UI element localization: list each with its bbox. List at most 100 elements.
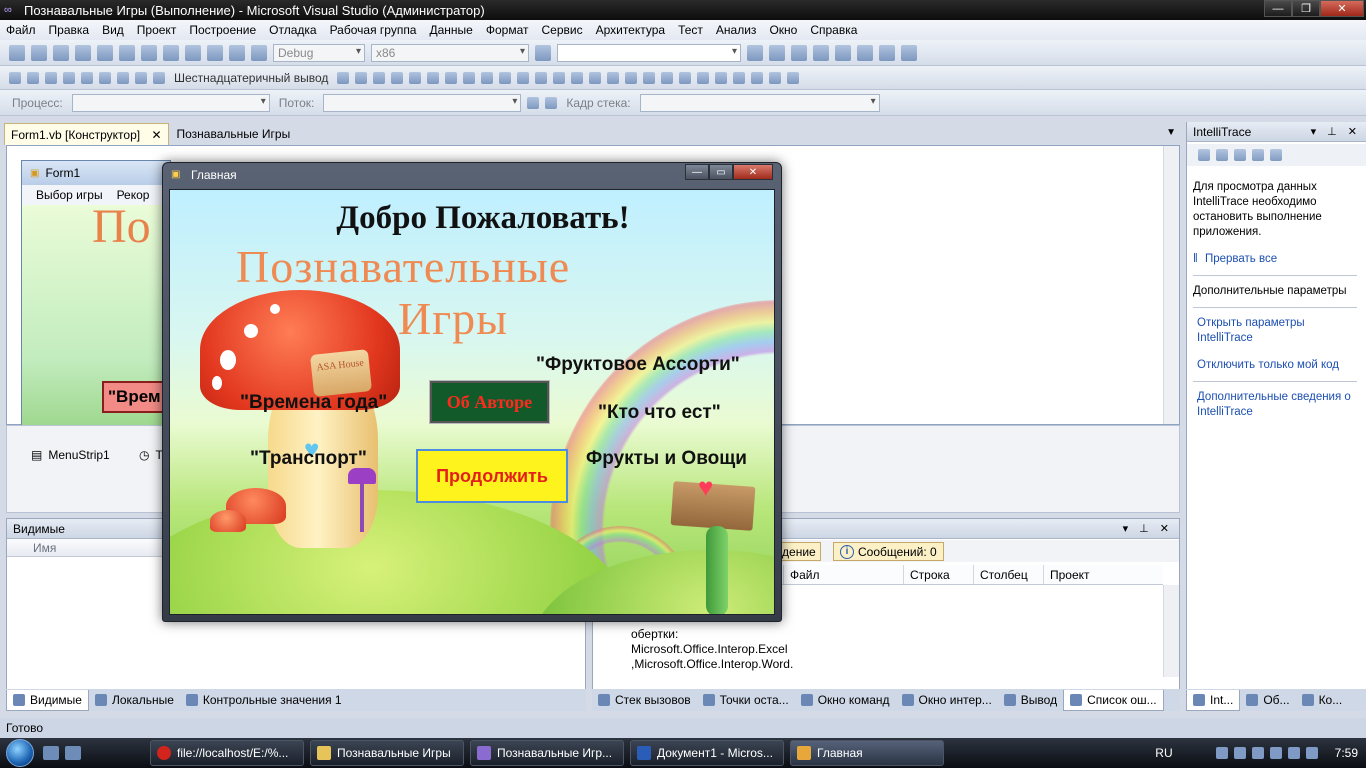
tab-order-icon[interactable]: [769, 71, 782, 84]
configuration-combo[interactable]: Debug: [273, 43, 365, 62]
toolbox-icon[interactable]: [813, 44, 829, 61]
intellitrace-settings-icon[interactable]: [1252, 149, 1264, 161]
tab-form1-designer[interactable]: Form1.vb [Конструктор] ✕: [4, 123, 169, 145]
thread-combo[interactable]: [323, 93, 522, 112]
continue-button[interactable]: Продолжить: [416, 449, 568, 503]
stackframe-combo[interactable]: [639, 93, 880, 112]
navigate-icon[interactable]: [229, 44, 245, 61]
find-in-files-icon[interactable]: [535, 44, 551, 61]
game-who-eats-what[interactable]: "Кто что ест": [598, 402, 721, 424]
h-spacing-remove-icon[interactable]: [607, 71, 620, 84]
center-vertically-icon[interactable]: [715, 71, 728, 84]
column-line[interactable]: Строка: [903, 565, 973, 584]
hex-output-toggle[interactable]: Шестнадцатеричный вывод: [174, 71, 328, 85]
taskbar-word[interactable]: Документ1 - Micros...: [630, 740, 784, 766]
menustrip1-component[interactable]: ▤ MenuStrip1: [31, 448, 110, 462]
taskbar-folder[interactable]: Познавальные Игры: [310, 740, 464, 766]
properties-icon[interactable]: [769, 44, 785, 61]
align-center-icon[interactable]: [391, 71, 404, 84]
tab-command-window[interactable]: Окно команд: [795, 690, 896, 710]
v-spacing-remove-icon[interactable]: [679, 71, 692, 84]
align-left-icon[interactable]: [373, 71, 386, 84]
intellitrace-open-icon[interactable]: [1234, 149, 1246, 161]
close-button[interactable]: ✕: [1320, 0, 1364, 17]
open-params-link[interactable]: Открыть параметры IntelliTrace: [1197, 316, 1357, 346]
flag-thread-icon[interactable]: [527, 96, 540, 109]
tab-watch1[interactable]: Контрольные значения 1: [180, 690, 348, 710]
redo-icon[interactable]: [207, 44, 223, 61]
h-spacing-equal-icon[interactable]: [553, 71, 566, 84]
align-bottom-icon[interactable]: [463, 71, 476, 84]
game-fruits-vegetables[interactable]: Фрукты и Овощи: [586, 448, 747, 470]
network-icon[interactable]: [1215, 747, 1228, 759]
send-to-back-icon[interactable]: [751, 71, 764, 84]
column-project[interactable]: Проект: [1043, 565, 1153, 584]
platform-combo[interactable]: x86: [371, 43, 529, 62]
game-seasons[interactable]: "Времена года": [240, 392, 387, 414]
menu-build[interactable]: Построение: [189, 23, 256, 37]
restore-button[interactable]: ❐: [1292, 0, 1320, 17]
process-combo[interactable]: [71, 93, 270, 112]
tab-solution-explorer[interactable]: Об...: [1240, 690, 1295, 710]
solution-explorer-icon[interactable]: [747, 44, 763, 61]
timer-component[interactable]: ◷ T: [139, 448, 163, 462]
command-window-icon[interactable]: [901, 44, 917, 61]
tab-immediate[interactable]: Окно интер...: [896, 690, 998, 710]
column-file[interactable]: Файл: [783, 565, 903, 584]
breakpoints-icon[interactable]: [355, 71, 368, 84]
menu-data[interactable]: Данные: [429, 23, 472, 37]
find-combo[interactable]: [557, 43, 741, 62]
minimize-button[interactable]: —: [1264, 0, 1292, 17]
power-icon[interactable]: [1305, 747, 1318, 759]
about-author-button[interactable]: Об Авторе: [429, 380, 550, 424]
break-all-icon[interactable]: [27, 71, 39, 84]
start-icon[interactable]: [251, 44, 267, 61]
continue-icon[interactable]: [9, 71, 21, 84]
menu-edit[interactable]: Правка: [49, 23, 90, 37]
step-into-icon[interactable]: [99, 71, 111, 84]
tab-locals[interactable]: Локальные: [89, 690, 180, 710]
show-next-statement-icon[interactable]: [81, 71, 93, 84]
center-horizontally-icon[interactable]: [697, 71, 710, 84]
v-spacing-decrease-icon[interactable]: [661, 71, 674, 84]
form-maximize-button[interactable]: ▭: [709, 164, 733, 180]
chevron-down-icon[interactable]: ▼: [1166, 127, 1176, 138]
menu-tools[interactable]: Сервис: [541, 23, 582, 37]
h-spacing-decrease-icon[interactable]: [589, 71, 602, 84]
disable-just-my-code-link[interactable]: Отключить только мой код: [1197, 358, 1357, 373]
menu-analyze[interactable]: Анализ: [716, 23, 757, 37]
main-form-window[interactable]: ▣ Главная — ▭ ✕ ASA House ♥ ♥ Добро Пожа…: [162, 162, 782, 622]
same-width-icon[interactable]: [481, 71, 494, 84]
tab-output[interactable]: Вывод: [998, 690, 1063, 710]
tools-icon[interactable]: [835, 44, 851, 61]
sync-icon[interactable]: [1233, 747, 1246, 759]
show-desktop-icon[interactable]: [43, 746, 59, 760]
step-over-icon[interactable]: [117, 71, 129, 84]
taskbar-visual-studio[interactable]: Познавальные Игр...: [470, 740, 624, 766]
step-out-icon[interactable]: [135, 71, 147, 84]
align-middle-icon[interactable]: [445, 71, 458, 84]
paste-icon[interactable]: [163, 44, 179, 61]
error-list-scrollbar[interactable]: [1163, 585, 1179, 677]
object-browser-icon[interactable]: [791, 44, 807, 61]
extension-manager-icon[interactable]: [879, 44, 895, 61]
cut-icon[interactable]: [119, 44, 135, 61]
intellitrace-refresh-icon[interactable]: [1270, 149, 1282, 161]
hex-icon[interactable]: [337, 71, 350, 84]
tab-project[interactable]: Познавальные Игры: [171, 123, 297, 145]
h-spacing-increase-icon[interactable]: [571, 71, 584, 84]
taskbar-main-form[interactable]: Главная: [790, 740, 944, 766]
signal-icon[interactable]: [1269, 747, 1282, 759]
same-size-icon[interactable]: [517, 71, 530, 84]
save-all-icon[interactable]: [97, 44, 113, 61]
align-top-icon[interactable]: [427, 71, 440, 84]
designer-vertical-scrollbar[interactable]: [1163, 146, 1179, 424]
size-to-grid-icon[interactable]: [535, 71, 548, 84]
form-close-button[interactable]: ✕: [733, 164, 773, 180]
panel-controls-icon[interactable]: ▾ ⊥ ✕: [1311, 125, 1361, 138]
undo-icon[interactable]: [185, 44, 201, 61]
flag-just-my-code-icon[interactable]: [545, 96, 558, 109]
column-column[interactable]: Столбец: [973, 565, 1043, 584]
clock[interactable]: 7:59: [1335, 746, 1358, 760]
close-tab-icon[interactable]: ✕: [151, 128, 161, 142]
